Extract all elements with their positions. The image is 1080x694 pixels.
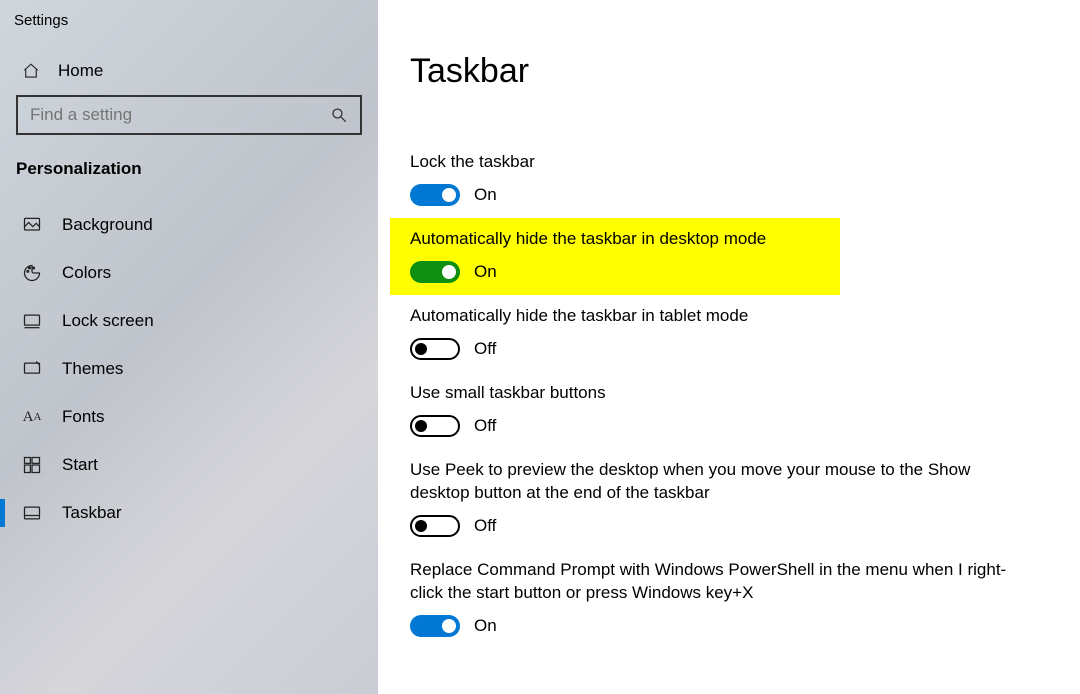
main-content: Taskbar Lock the taskbar On Automaticall… bbox=[378, 0, 1080, 694]
toggle-autohide-tablet[interactable] bbox=[410, 338, 460, 360]
home-label: Home bbox=[58, 61, 103, 81]
setting-peek: Use Peek to preview the desktop when you… bbox=[410, 459, 1040, 537]
toggle-small-buttons[interactable] bbox=[410, 415, 460, 437]
setting-label: Lock the taskbar bbox=[410, 151, 1010, 174]
sidebar-item-start[interactable]: Start bbox=[0, 441, 378, 489]
section-label: Personalization bbox=[0, 159, 378, 201]
start-icon bbox=[22, 455, 42, 475]
taskbar-icon bbox=[22, 503, 42, 523]
home-icon bbox=[22, 62, 40, 80]
setting-autohide-tablet: Automatically hide the taskbar in tablet… bbox=[410, 305, 1040, 360]
sidebar-item-taskbar[interactable]: Taskbar bbox=[0, 489, 378, 537]
sidebar-item-fonts[interactable]: AA Fonts bbox=[0, 393, 378, 441]
toggle-peek[interactable] bbox=[410, 515, 460, 537]
sidebar-item-label: Start bbox=[62, 455, 98, 475]
toggle-state: On bbox=[474, 185, 497, 205]
home-link[interactable]: Home bbox=[0, 55, 378, 95]
setting-small-buttons: Use small taskbar buttons Off bbox=[410, 382, 1040, 437]
toggle-state: On bbox=[474, 262, 497, 282]
sidebar-item-background[interactable]: Background bbox=[0, 201, 378, 249]
colors-icon bbox=[22, 263, 42, 283]
background-icon bbox=[22, 215, 42, 235]
sidebar-item-colors[interactable]: Colors bbox=[0, 249, 378, 297]
lockscreen-icon bbox=[22, 311, 42, 331]
themes-icon bbox=[22, 359, 42, 379]
search-box[interactable] bbox=[16, 95, 362, 135]
setting-lock-taskbar: Lock the taskbar On bbox=[410, 151, 1040, 206]
setting-label: Replace Command Prompt with Windows Powe… bbox=[410, 559, 1010, 605]
page-title: Taskbar bbox=[410, 52, 1040, 91]
sidebar-item-label: Colors bbox=[62, 263, 111, 283]
setting-label: Use Peek to preview the desktop when you… bbox=[410, 459, 1010, 505]
toggle-state: Off bbox=[474, 516, 496, 536]
toggle-lock-taskbar[interactable] bbox=[410, 184, 460, 206]
sidebar-item-label: Taskbar bbox=[62, 503, 122, 523]
setting-powershell: Replace Command Prompt with Windows Powe… bbox=[410, 559, 1040, 637]
search-icon bbox=[330, 106, 348, 124]
sidebar: Settings Home Personalization Background bbox=[0, 0, 378, 694]
app-title: Settings bbox=[0, 8, 378, 55]
fonts-icon: AA bbox=[22, 407, 42, 427]
sidebar-item-lockscreen[interactable]: Lock screen bbox=[0, 297, 378, 345]
setting-label: Automatically hide the taskbar in tablet… bbox=[410, 305, 1010, 328]
setting-autohide-desktop: Automatically hide the taskbar in deskto… bbox=[390, 218, 840, 295]
sidebar-item-label: Background bbox=[62, 215, 153, 235]
sidebar-item-label: Fonts bbox=[62, 407, 105, 427]
setting-label: Use small taskbar buttons bbox=[410, 382, 1010, 405]
search-input[interactable] bbox=[30, 105, 316, 125]
toggle-autohide-desktop[interactable] bbox=[410, 261, 460, 283]
toggle-powershell[interactable] bbox=[410, 615, 460, 637]
sidebar-nav: Background Colors Lock screen Themes bbox=[0, 201, 378, 537]
sidebar-item-label: Lock screen bbox=[62, 311, 154, 331]
setting-label: Automatically hide the taskbar in deskto… bbox=[410, 228, 820, 251]
toggle-state: Off bbox=[474, 339, 496, 359]
sidebar-item-themes[interactable]: Themes bbox=[0, 345, 378, 393]
toggle-state: On bbox=[474, 616, 497, 636]
toggle-state: Off bbox=[474, 416, 496, 436]
sidebar-item-label: Themes bbox=[62, 359, 123, 379]
